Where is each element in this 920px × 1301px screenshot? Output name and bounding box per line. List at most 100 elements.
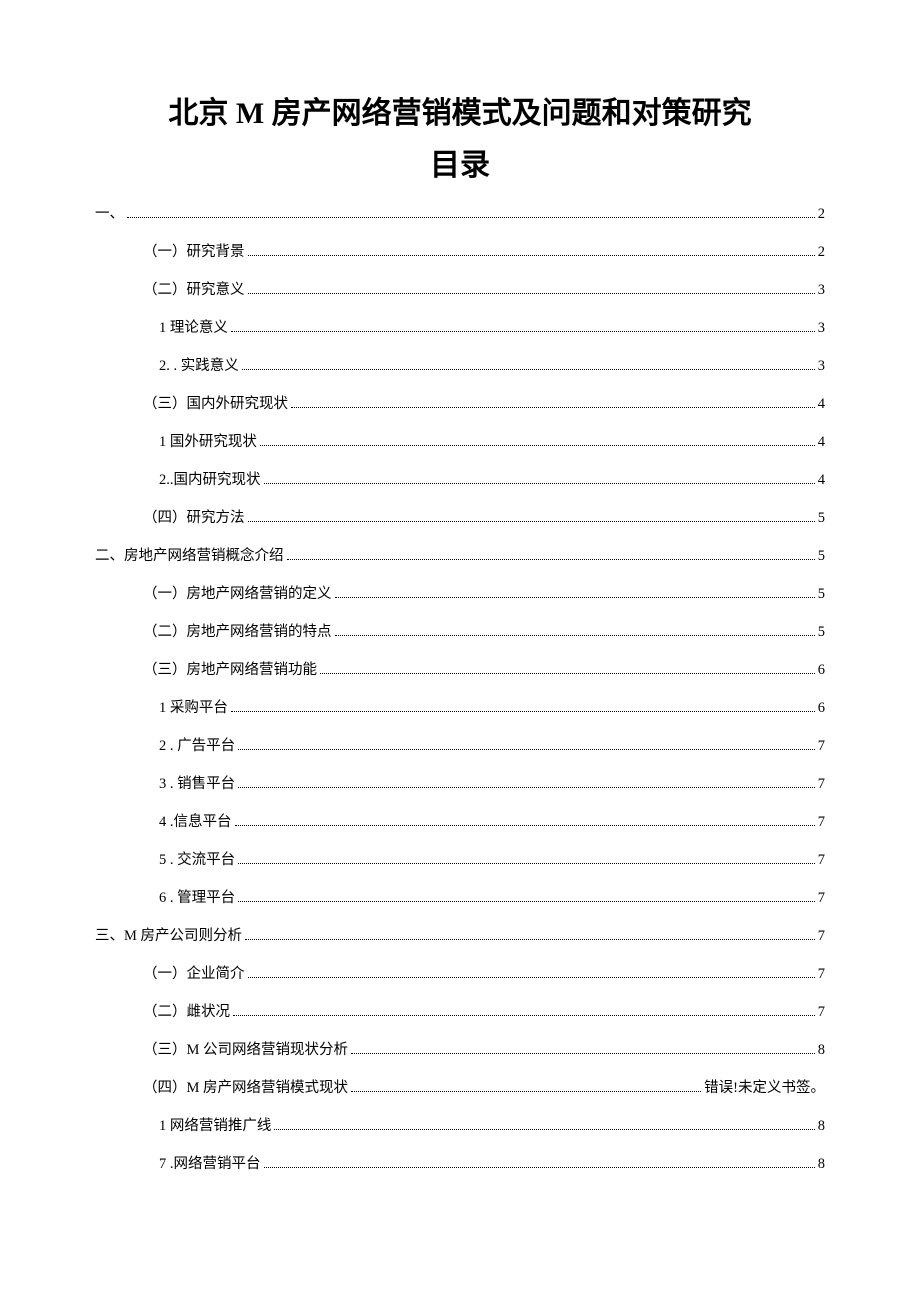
toc-entry: 1 国外研究现状 4 [95, 435, 825, 450]
toc-leader-dots [335, 597, 815, 598]
toc-entry: 二、房地产网络营销概念介绍 5 [95, 549, 825, 564]
toc-leader-dots [248, 977, 815, 978]
toc-leader-dots [242, 369, 815, 370]
toc-leader-dots [291, 407, 815, 408]
toc-leader-dots [248, 521, 815, 522]
toc-entry-label: （二）研究意义 [143, 283, 245, 298]
toc-leader-dots [335, 635, 815, 636]
table-of-contents: 一、 2 （一）研究背景 2 （二）研究意义 3 1 理论意义 3 2. . 实践意义 3 （三）国… [95, 207, 825, 1172]
toc-entry-page: 5 [818, 625, 825, 640]
toc-leader-dots [260, 445, 815, 446]
toc-entry: 3 . 销售平台 7 [95, 777, 825, 792]
toc-entry-page: 7 [818, 1005, 825, 1020]
toc-entry-label: 2 . 广告平台 [159, 739, 235, 754]
toc-leader-dots [231, 331, 815, 332]
toc-entry-page: 7 [818, 967, 825, 982]
toc-entry: （二）研究意义 3 [95, 283, 825, 298]
toc-heading: 目录 [95, 146, 825, 185]
toc-entry-label: 2. . 实践意义 [159, 359, 239, 374]
toc-leader-dots [351, 1091, 701, 1092]
toc-entry-page: 8 [818, 1043, 825, 1058]
toc-entry-page: 7 [818, 929, 825, 944]
toc-entry-page: 7 [818, 853, 825, 868]
toc-entry-label: 1 理论意义 [159, 321, 228, 336]
toc-entry: （三）国内外研究现状 4 [95, 397, 825, 412]
toc-entry-label: （三）国内外研究现状 [143, 397, 288, 412]
toc-entry: 三、M 房产公司则分析 7 [95, 929, 825, 944]
toc-leader-dots [231, 711, 815, 712]
toc-entry-label: （三）M 公司网络营销现状分析 [143, 1043, 348, 1058]
toc-entry: 1 采购平台 6 [95, 701, 825, 716]
toc-leader-dots [274, 1129, 814, 1130]
toc-entry: （一）研究背景 2 [95, 245, 825, 260]
toc-entry-label: 1 网络营销推广线 [159, 1119, 271, 1134]
toc-entry-label: 三、M 房产公司则分析 [95, 929, 242, 944]
toc-entry-label: 1 采购平台 [159, 701, 228, 716]
toc-entry-page: 5 [818, 549, 825, 564]
toc-entry-page: 5 [818, 587, 825, 602]
toc-entry: 1 网络营销推广线 8 [95, 1119, 825, 1134]
document-title: 北京 M 房产网络营销模式及问题和对策研究 [95, 90, 825, 138]
toc-entry-label: （三）房地产网络营销功能 [143, 663, 317, 678]
toc-entry-label: （二）房地产网络营销的特点 [143, 625, 332, 640]
toc-leader-dots [233, 1015, 815, 1016]
toc-leader-dots [238, 787, 815, 788]
toc-entry-label: 3 . 销售平台 [159, 777, 235, 792]
toc-entry-label: 1 国外研究现状 [159, 435, 257, 450]
toc-entry-page: 2 [818, 245, 825, 260]
toc-entry: 4 .信息平台 7 [95, 815, 825, 830]
toc-entry-page: 3 [818, 359, 825, 374]
toc-entry: （二）雌状况 7 [95, 1005, 825, 1020]
toc-entry-label: 5 . 交流平台 [159, 853, 235, 868]
toc-entry-page: 7 [818, 815, 825, 830]
toc-entry-page: 7 [818, 739, 825, 754]
toc-entry-page: 5 [818, 511, 825, 526]
toc-entry-page: 4 [818, 397, 825, 412]
toc-entry-label: 二、房地产网络营销概念介绍 [95, 549, 284, 564]
toc-leader-dots [238, 901, 815, 902]
toc-entry-page: 6 [818, 701, 825, 716]
toc-entry-page: 7 [818, 777, 825, 792]
toc-entry: （一）企业简介7 [95, 967, 825, 982]
toc-entry-label: （四）研究方法 [143, 511, 245, 526]
toc-leader-dots [264, 483, 815, 484]
toc-entry-page: 3 [818, 321, 825, 336]
toc-entry-page: 6 [818, 663, 825, 678]
toc-entry-page: 7 [818, 891, 825, 906]
toc-entry-label: 7 .网络营销平台 [159, 1157, 261, 1172]
toc-entry: 一、 2 [95, 207, 825, 222]
toc-entry-page: 错误!未定义书签。 [704, 1081, 825, 1096]
toc-entry-label: 6 . 管理平台 [159, 891, 235, 906]
toc-entry-label: （一）房地产网络营销的定义 [143, 587, 332, 602]
toc-entry-page: 3 [818, 283, 825, 298]
toc-leader-dots [264, 1167, 815, 1168]
toc-entry: （四）M 房产网络营销模式现状 错误!未定义书签。 [95, 1081, 825, 1096]
toc-entry-page: 4 [818, 473, 825, 488]
toc-leader-dots [235, 825, 815, 826]
toc-entry-label: 4 .信息平台 [159, 815, 232, 830]
toc-leader-dots [248, 255, 815, 256]
toc-entry-label: （四）M 房产网络营销模式现状 [143, 1081, 348, 1096]
toc-entry: 7 .网络营销平台 8 [95, 1157, 825, 1172]
toc-leader-dots [238, 749, 815, 750]
toc-entry: 5 . 交流平台 7 [95, 853, 825, 868]
toc-entry-page: 2 [818, 207, 825, 222]
toc-entry: 2..国内研究现状4 [95, 473, 825, 488]
toc-leader-dots [127, 217, 815, 218]
toc-entry: 2. . 实践意义 3 [95, 359, 825, 374]
toc-entry: 1 理论意义 3 [95, 321, 825, 336]
toc-entry: （三）房地产网络营销功能 6 [95, 663, 825, 678]
toc-entry-page: 4 [818, 435, 825, 450]
toc-entry-page: 8 [818, 1157, 825, 1172]
toc-entry-page: 8 [818, 1119, 825, 1134]
toc-leader-dots [245, 939, 815, 940]
toc-leader-dots [287, 559, 815, 560]
toc-entry: （二）房地产网络营销的特点 5 [95, 625, 825, 640]
toc-leader-dots [248, 293, 815, 294]
toc-entry: 2 . 广告平台 7 [95, 739, 825, 754]
toc-entry: （一）房地产网络营销的定义 5 [95, 587, 825, 602]
toc-entry-label: （一）研究背景 [143, 245, 245, 260]
toc-entry-label: 一、 [95, 207, 124, 222]
toc-entry-label: （二）雌状况 [143, 1005, 230, 1020]
toc-entry: （四）研究方法 5 [95, 511, 825, 526]
